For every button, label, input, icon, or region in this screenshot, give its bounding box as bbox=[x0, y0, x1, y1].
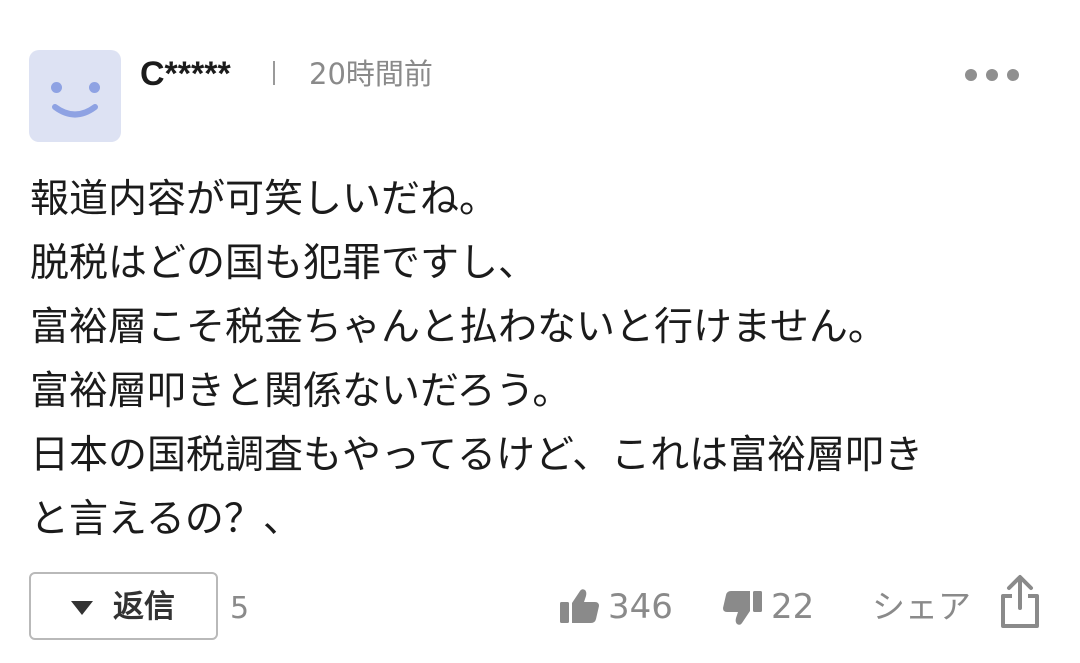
comment-line: 富裕層叩きと関係ないだろう。 bbox=[30, 369, 572, 414]
comment-line: 日本の国税調査もやってるけど、これは富裕層叩き bbox=[30, 433, 924, 478]
reply-count: 5 bbox=[230, 591, 250, 626]
reply-label: 返信 bbox=[113, 589, 175, 625]
username[interactable]: C***** bbox=[140, 50, 231, 98]
avatar-smile bbox=[52, 104, 98, 118]
user-avatar[interactable] bbox=[29, 50, 121, 142]
comment-body: 報道内容が可笑しいだね。 脱税はどの国も犯罪ですし、 富裕層こそ税金ちゃんと払わ… bbox=[30, 168, 1060, 552]
share-icon[interactable] bbox=[998, 574, 1042, 630]
triangle-down-icon bbox=[71, 601, 93, 615]
thumbs-up-icon[interactable] bbox=[560, 588, 600, 624]
comment-line: 富裕層こそ税金ちゃんと払わないと行けません。 bbox=[30, 305, 887, 350]
more-dots-icon[interactable] bbox=[963, 60, 1033, 90]
share-label[interactable]: シェア bbox=[872, 584, 971, 630]
reply-button[interactable]: 返信 bbox=[29, 572, 218, 640]
thumbs-down-icon[interactable] bbox=[722, 590, 762, 626]
comment-line: 脱税はどの国も犯罪ですし、 bbox=[30, 241, 538, 286]
header-separator bbox=[273, 61, 275, 85]
comment-line: と言えるの？、 bbox=[30, 497, 302, 542]
comment-line: 報道内容が可笑しいだね。 bbox=[30, 177, 499, 222]
dislike-count: 22 bbox=[771, 587, 815, 627]
comment-timestamp: 20時間前 bbox=[309, 57, 433, 91]
like-count: 346 bbox=[608, 587, 673, 627]
